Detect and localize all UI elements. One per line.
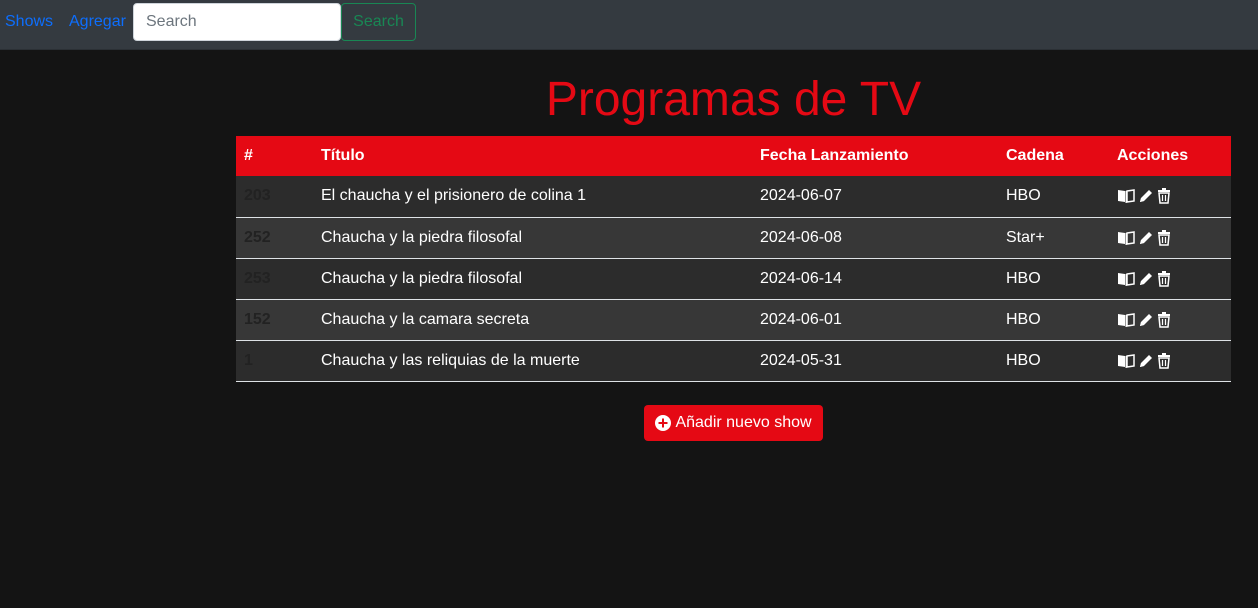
table-row: 152 Chaucha y la camara secreta 2024-06-01… xyxy=(236,299,1231,340)
row-id: 253 xyxy=(244,269,271,287)
row-id: 252 xyxy=(244,228,271,246)
shows-table: # Título Fecha Lanzamiento Cadena Accion… xyxy=(236,136,1231,382)
book-icon[interactable] xyxy=(1117,353,1135,369)
row-title: El chaucha y el prisionero de colina 1 xyxy=(321,187,587,205)
row-date: 2024-06-14 xyxy=(760,269,842,287)
book-icon[interactable] xyxy=(1117,312,1135,328)
add-new-show-button[interactable]: Añadir nuevo show xyxy=(644,405,823,441)
row-actions xyxy=(1109,258,1231,299)
header-title: Título xyxy=(321,147,365,164)
search-input[interactable] xyxy=(133,3,341,41)
nav-link-agregar[interactable]: Agregar xyxy=(69,12,126,32)
pencil-icon[interactable] xyxy=(1138,312,1154,328)
row-title: Chaucha y la piedra filosofal xyxy=(321,228,523,246)
row-network: HBO xyxy=(1006,351,1041,369)
table-row: 253 Chaucha y la piedra filosofal 2024-06-… xyxy=(236,258,1231,299)
table-row: 252 Chaucha y la piedra filosofal 2024-06-… xyxy=(236,217,1231,258)
row-id: 152 xyxy=(244,310,271,328)
row-actions xyxy=(1109,299,1231,340)
row-date: 2024-06-01 xyxy=(760,310,842,328)
table-row: 1 Chaucha y las reliquias de la muerte 202… xyxy=(236,340,1231,381)
trash-icon[interactable] xyxy=(1157,270,1171,287)
book-icon[interactable] xyxy=(1117,271,1135,287)
header-id: # xyxy=(244,147,253,164)
trash-icon[interactable] xyxy=(1157,229,1171,246)
row-network: HBO xyxy=(1006,187,1041,205)
book-icon[interactable] xyxy=(1117,230,1135,246)
row-network: HBO xyxy=(1006,269,1041,287)
row-actions xyxy=(1109,340,1231,381)
header-date: Fecha Lanzamiento xyxy=(760,147,909,164)
add-new-show-label: Añadir nuevo show xyxy=(675,414,812,431)
shows-table-container: # Título Fecha Lanzamiento Cadena Accion… xyxy=(236,136,1231,382)
row-network: HBO xyxy=(1006,310,1041,328)
pencil-icon[interactable] xyxy=(1138,353,1154,369)
table-header-row: # Título Fecha Lanzamiento Cadena Accion… xyxy=(236,136,1231,176)
pencil-icon[interactable] xyxy=(1138,188,1154,204)
pencil-icon[interactable] xyxy=(1138,271,1154,287)
header-network: Cadena xyxy=(1006,147,1064,164)
row-title: Chaucha y las reliquias de la muerte xyxy=(321,351,580,369)
row-date: 2024-06-07 xyxy=(760,187,842,205)
book-icon[interactable] xyxy=(1117,188,1135,204)
trash-icon[interactable] xyxy=(1157,188,1171,204)
row-id: 203 xyxy=(244,187,271,205)
table-body: 203 El chaucha y el prisionero de colina … xyxy=(236,176,1231,381)
header-actions: Acciones xyxy=(1117,147,1189,164)
row-id: 1 xyxy=(244,351,253,369)
row-actions xyxy=(1109,176,1231,217)
row-date: 2024-05-31 xyxy=(760,351,842,369)
table-row: 203 El chaucha y el prisionero de colina … xyxy=(236,176,1231,217)
row-date: 2024-06-08 xyxy=(760,228,842,246)
row-actions xyxy=(1109,217,1231,258)
table-header: # Título Fecha Lanzamiento Cadena Accion… xyxy=(236,136,1231,176)
row-title: Chaucha y la camara secreta xyxy=(321,310,530,328)
navbar: Shows Agregar Search xyxy=(0,0,1258,50)
pencil-icon[interactable] xyxy=(1138,230,1154,246)
page-title: Programas de TV xyxy=(545,73,922,126)
plus-circle-icon xyxy=(655,415,672,431)
nav-link-shows[interactable]: Shows xyxy=(5,12,53,32)
search-button[interactable]: Search xyxy=(341,3,416,41)
row-title: Chaucha y la piedra filosofal xyxy=(321,269,523,287)
row-network: Star+ xyxy=(1006,228,1045,246)
trash-icon[interactable] xyxy=(1157,352,1171,369)
trash-icon[interactable] xyxy=(1157,311,1171,328)
